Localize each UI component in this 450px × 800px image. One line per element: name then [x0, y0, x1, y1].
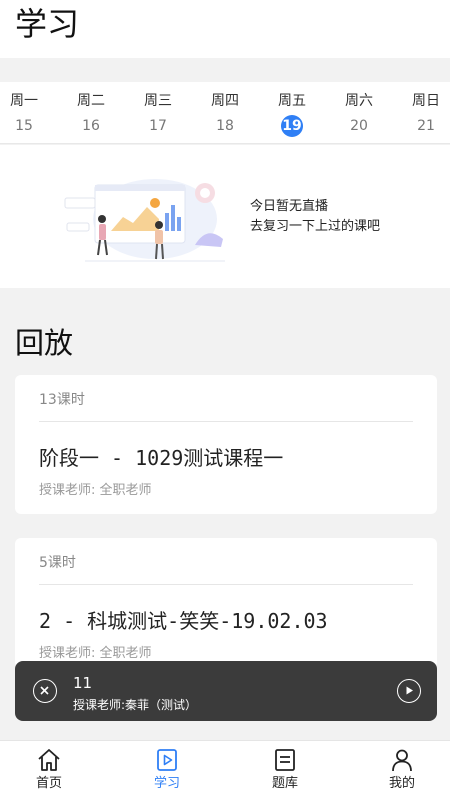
- day-name: 周日: [412, 93, 440, 109]
- day-sat[interactable]: 周六 20: [329, 92, 389, 137]
- user-icon: [392, 749, 412, 772]
- page-title: 学习: [15, 5, 80, 43]
- play-square-icon: [157, 749, 177, 771]
- tab-home[interactable]: 首页: [14, 747, 84, 793]
- day-name: 周一: [10, 93, 38, 109]
- day-thu[interactable]: 周四 18: [195, 92, 255, 137]
- player-teacher: 授课老师:秦菲（测试）: [73, 698, 198, 712]
- tab-label: 首页: [35, 776, 62, 791]
- play-button[interactable]: [397, 679, 421, 703]
- mini-player[interactable]: 11 授课老师:秦菲（测试）: [15, 661, 437, 721]
- day-name: 周三: [144, 93, 172, 109]
- day-number: 15: [15, 118, 33, 134]
- header: 学习: [0, 0, 450, 58]
- day-name: 周二: [77, 93, 105, 109]
- bottom-tab-bar: 首页 学习 题库 我的: [0, 740, 450, 800]
- day-name: 周四: [211, 93, 239, 109]
- course-title: 2 - 科城测试-笑笑-19.02.03: [39, 609, 328, 633]
- day-sun[interactable]: 周日 21: [396, 92, 450, 137]
- week-selector: 周一 15 周二 16 周三 17 周四 18 周五 19 周六 20 周日 2…: [0, 82, 450, 144]
- empty-illustration: [64, 179, 225, 262]
- day-number: 17: [149, 118, 167, 134]
- empty-line-1: 今日暂无直播: [250, 199, 329, 214]
- tab-label: 我的: [388, 776, 415, 791]
- course-teacher: 授课老师: 全职老师: [39, 646, 152, 661]
- course-teacher: 授课老师: 全职老师: [39, 483, 152, 498]
- document-icon: [275, 749, 295, 771]
- replay-section-title: 回放: [15, 326, 74, 360]
- empty-line-2: 去复习一下上过的课吧: [250, 219, 381, 234]
- day-number: 21: [417, 118, 435, 134]
- lesson-count: 5课时: [39, 555, 76, 571]
- course-title: 阶段一 - 1029测试课程一: [39, 446, 284, 470]
- no-live-empty-state: 今日暂无直播 去复习一下上过的课吧: [0, 145, 450, 288]
- tab-label: 题库: [271, 776, 298, 791]
- close-player-button[interactable]: [33, 679, 57, 703]
- tab-profile[interactable]: 我的: [367, 747, 437, 793]
- replay-course-card[interactable]: 13课时 阶段一 - 1029测试课程一 授课老师: 全职老师: [15, 375, 437, 514]
- tab-study[interactable]: 学习: [132, 747, 202, 793]
- card-divider: [39, 584, 413, 585]
- replay-course-card[interactable]: 5课时 2 - 科城测试-笑笑-19.02.03 授课老师: 全职老师: [15, 538, 437, 668]
- day-wed[interactable]: 周三 17: [128, 92, 188, 137]
- tab-label: 学习: [153, 776, 180, 791]
- tab-question-bank[interactable]: 题库: [250, 747, 320, 793]
- lesson-count: 13课时: [39, 392, 85, 408]
- day-tue[interactable]: 周二 16: [61, 92, 121, 137]
- day-number: 20: [350, 118, 368, 134]
- day-mon[interactable]: 周一 15: [0, 92, 54, 137]
- day-number: 18: [216, 118, 234, 134]
- close-icon: [40, 686, 49, 695]
- day-name: 周五: [278, 93, 306, 109]
- home-icon: [38, 749, 60, 771]
- day-number: 16: [82, 118, 100, 134]
- play-icon: [406, 686, 413, 695]
- day-number-selected: 19: [281, 115, 303, 137]
- player-title: 11: [73, 674, 93, 692]
- day-fri[interactable]: 周五 19: [262, 92, 322, 137]
- empty-message: 今日暂无直播 去复习一下上过的课吧: [250, 197, 380, 237]
- day-name: 周六: [345, 93, 373, 109]
- card-divider: [39, 421, 413, 422]
